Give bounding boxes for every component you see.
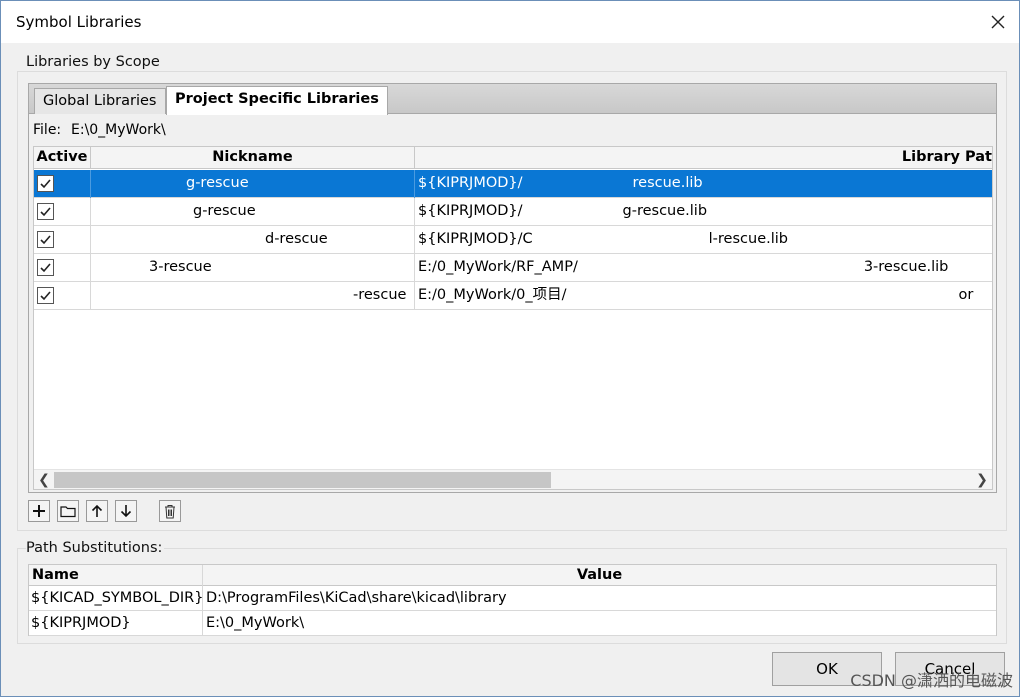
plus-icon: [33, 505, 45, 517]
libraries-notebook: Global Libraries Project Specific Librar…: [28, 83, 997, 493]
browse-library-button[interactable]: [57, 500, 79, 522]
library-path-cell[interactable]: ${KIPRJMOD}/g-rescue.lib: [415, 198, 992, 226]
path-substitution-row[interactable]: ${KIPRJMOD} E:\0_MyWork\: [29, 611, 996, 636]
nickname-cell[interactable]: d-rescue: [91, 226, 415, 254]
delete-library-button[interactable]: [159, 500, 181, 522]
library-path-cell[interactable]: E:/0_MyWork/RF_AMP/3-rescue.lib: [415, 254, 992, 282]
close-icon: [991, 15, 1005, 29]
checkmark-icon: [40, 263, 51, 273]
trash-icon: [165, 504, 175, 518]
checkmark-icon: [40, 235, 51, 245]
symbol-libraries-dialog: Symbol Libraries Libraries by Scope Glob…: [0, 0, 1020, 697]
window-title: Symbol Libraries: [16, 13, 142, 31]
nickname-cell[interactable]: g-rescue: [91, 198, 415, 226]
title-bar: Symbol Libraries: [1, 1, 1019, 43]
active-checkbox[interactable]: [37, 259, 54, 276]
substitution-name-cell[interactable]: ${KICAD_SYMBOL_DIR}: [29, 586, 203, 610]
path-substitutions-label: Path Substitutions:: [26, 540, 165, 556]
move-up-button[interactable]: [86, 500, 108, 522]
active-checkbox[interactable]: [37, 287, 54, 304]
arrow-up-icon: [91, 504, 103, 517]
close-button[interactable]: [983, 7, 1013, 37]
substitution-value-cell[interactable]: D:\ProgramFiles\KiCad\share\kicad\librar…: [203, 586, 996, 610]
library-path-cell[interactable]: ${KIPRJMOD}/rescue.lib: [415, 170, 992, 198]
horizontal-scrollbar[interactable]: ❮ ❯: [34, 469, 992, 489]
substitution-value-cell[interactable]: E:\0_MyWork\: [203, 611, 996, 635]
checkmark-icon: [40, 207, 51, 217]
table-row[interactable]: d-rescue ${KIPRJMOD}/C l-rescue.lib: [34, 226, 992, 254]
table-row[interactable]: 3-rescue E:/0_MyWork/RF_AMP/3-rescue.lib: [34, 254, 992, 282]
scroll-left-arrow-icon[interactable]: ❮: [34, 470, 54, 489]
column-header-value[interactable]: Value: [203, 565, 996, 586]
table-row[interactable]: g-rescue ${KIPRJMOD}/g-rescue.lib: [34, 198, 992, 226]
column-header-active[interactable]: Active: [34, 147, 91, 169]
library-path-cell[interactable]: E:/0_MyWork/0_项目/or: [415, 282, 992, 310]
table-row[interactable]: -rescue E:/0_MyWork/0_项目/or: [34, 282, 992, 310]
path-substitutions-header: Name Value: [29, 565, 996, 586]
move-down-button[interactable]: [115, 500, 137, 522]
active-checkbox[interactable]: [37, 231, 54, 248]
file-label: File:: [33, 122, 62, 138]
tab-global-libraries[interactable]: Global Libraries: [34, 88, 166, 114]
arrow-down-icon: [120, 505, 132, 518]
scrollbar-thumb[interactable]: [54, 472, 551, 488]
tab-strip: Global Libraries Project Specific Librar…: [29, 84, 996, 115]
column-header-name[interactable]: Name: [29, 565, 203, 586]
tab-project-specific-libraries[interactable]: Project Specific Libraries: [166, 86, 388, 115]
column-header-library-path[interactable]: Library Pat: [415, 147, 992, 169]
substitution-name-cell[interactable]: ${KIPRJMOD}: [29, 611, 203, 635]
table-header: Active Nickname Library Pat: [34, 147, 992, 169]
file-path: E:\0_MyWork\: [71, 122, 166, 138]
nickname-cell[interactable]: -rescue: [91, 282, 415, 310]
libraries-table[interactable]: Active Nickname Library Pat g-rescue ${K…: [33, 146, 993, 490]
table-row[interactable]: g-rescue ${KIPRJMOD}/rescue.lib: [34, 170, 992, 198]
checkmark-icon: [40, 179, 51, 189]
library-path-cell[interactable]: ${KIPRJMOD}/C l-rescue.lib: [415, 226, 992, 254]
path-substitution-row[interactable]: ${KICAD_SYMBOL_DIR} D:\ProgramFiles\KiCa…: [29, 586, 996, 611]
folder-icon: [60, 506, 76, 518]
active-checkbox[interactable]: [37, 203, 54, 220]
watermark: CSDN @潇洒的电磁波: [850, 671, 1013, 690]
checkmark-icon: [40, 291, 51, 301]
active-checkbox[interactable]: [37, 175, 54, 192]
scroll-right-arrow-icon[interactable]: ❯: [972, 470, 992, 489]
nickname-cell[interactable]: 3-rescue: [91, 254, 415, 282]
path-substitutions-table[interactable]: Name Value ${KICAD_SYMBOL_DIR} D:\Progra…: [28, 564, 997, 636]
libraries-group-label: Libraries by Scope: [26, 54, 160, 70]
nickname-cell[interactable]: g-rescue: [91, 170, 415, 198]
add-library-button[interactable]: [28, 500, 50, 522]
column-header-nickname[interactable]: Nickname: [91, 147, 415, 169]
